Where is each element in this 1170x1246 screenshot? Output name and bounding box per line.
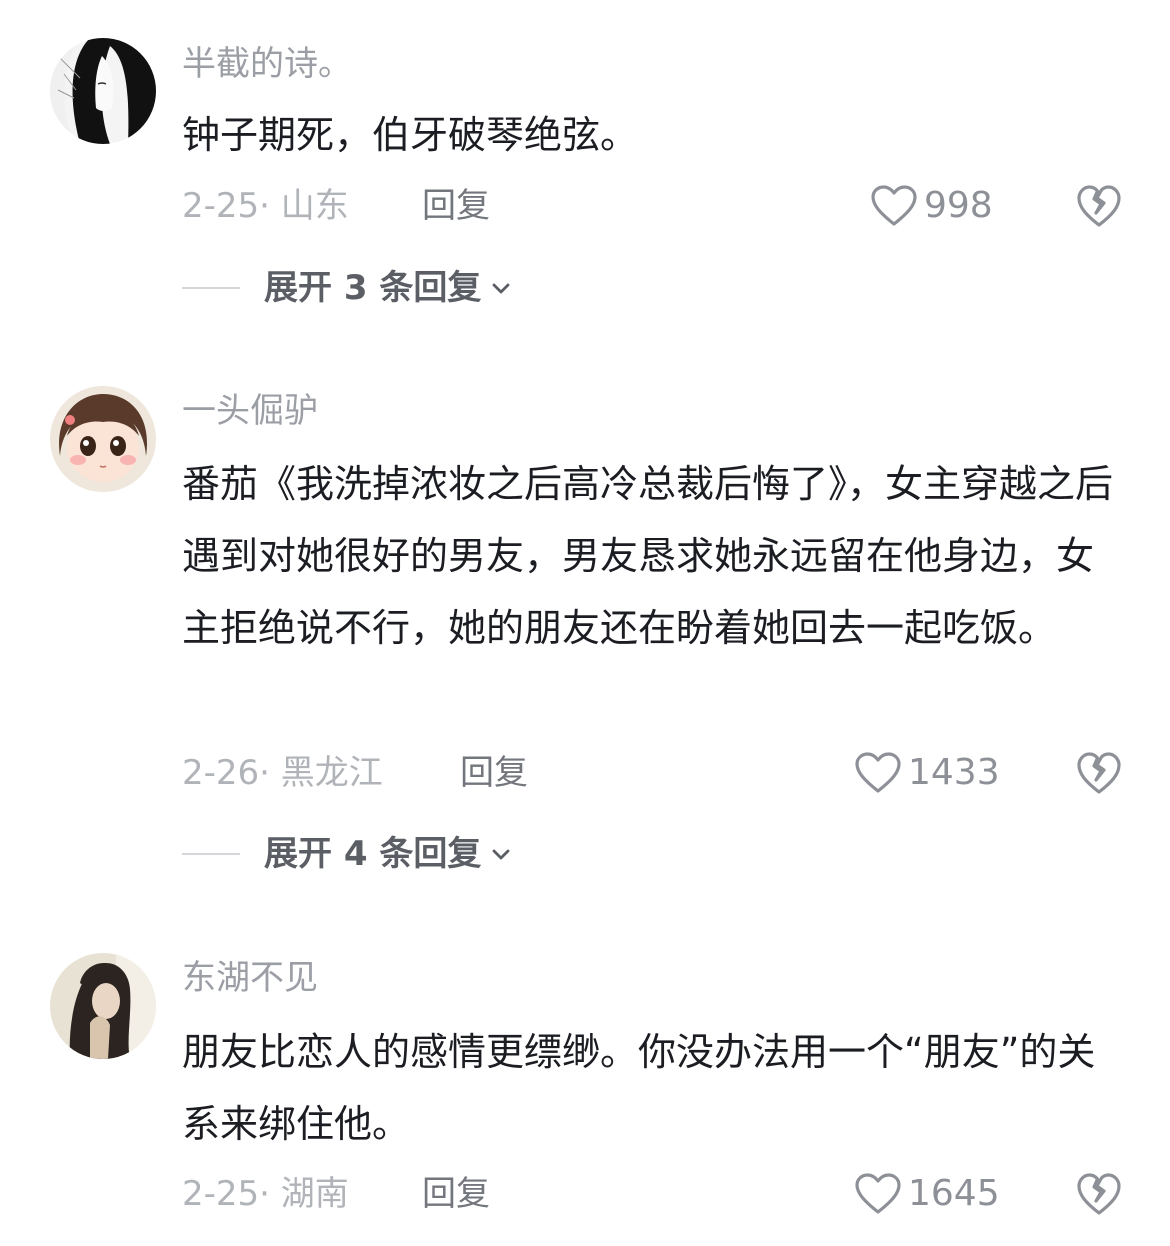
reply-button[interactable]: 回复	[422, 181, 490, 231]
like-count: 1433	[908, 752, 1000, 793]
avatar[interactable]	[50, 953, 156, 1059]
reply-button[interactable]: 回复	[460, 748, 528, 798]
comment-date-location: 2-25· 湖南	[182, 1174, 349, 1214]
chevron-down-icon	[492, 283, 510, 294]
broken-heart-icon[interactable]	[1076, 1171, 1122, 1217]
chevron-down-icon	[492, 849, 510, 860]
avatar[interactable]	[50, 38, 156, 144]
avatar[interactable]	[50, 386, 156, 492]
comment-text: 番茄《我洗掉浓妆之后高冷总裁后悔了》，女主穿越之后遇到对她很好的男友，男友恳求她…	[182, 462, 1114, 650]
expand-replies-label: 展开 4 条回复	[264, 834, 482, 874]
comment-date-location: 2-26· 黑龙江	[182, 753, 383, 793]
reply-button[interactable]: 回复	[422, 1169, 490, 1219]
like-button[interactable]: 1645	[854, 1169, 1000, 1219]
heart-outline-icon	[855, 1173, 901, 1214]
broken-heart-icon[interactable]	[1076, 750, 1122, 796]
like-button[interactable]: 1433	[854, 748, 1000, 798]
divider-line	[182, 853, 240, 855]
username[interactable]: 一头倔驴	[182, 391, 318, 431]
comment-text: 朋友比恋人的感情更缥缈。你没办法用一个“朋友”的关系来绑住他。	[182, 1030, 1096, 1146]
username[interactable]: 半截的诗。	[182, 44, 352, 84]
expand-replies-button[interactable]: 展开 3 条回复	[182, 263, 513, 313]
comment-text: 钟子期死，伯牙破琴绝弦。	[182, 113, 639, 157]
username[interactable]: 东湖不见	[182, 958, 318, 998]
broken-heart-icon[interactable]	[1076, 183, 1122, 229]
like-count: 998	[924, 185, 993, 226]
divider-line	[182, 287, 240, 289]
expand-replies-button[interactable]: 展开 4 条回复	[182, 829, 513, 879]
expand-replies-label: 展开 3 条回复	[264, 268, 482, 308]
like-button[interactable]: 998	[870, 181, 993, 231]
comment-meta: 2-25· 湖南 回复 1645	[182, 1169, 1122, 1219]
comment-date-location: 2-25· 山东	[182, 186, 349, 226]
comment-meta: 2-25· 山东 回复 998	[182, 181, 1122, 231]
heart-outline-icon	[855, 752, 901, 793]
heart-outline-icon	[871, 185, 917, 226]
like-count: 1645	[908, 1173, 1000, 1214]
comment-meta: 2-26· 黑龙江 回复 1433	[182, 748, 1122, 798]
